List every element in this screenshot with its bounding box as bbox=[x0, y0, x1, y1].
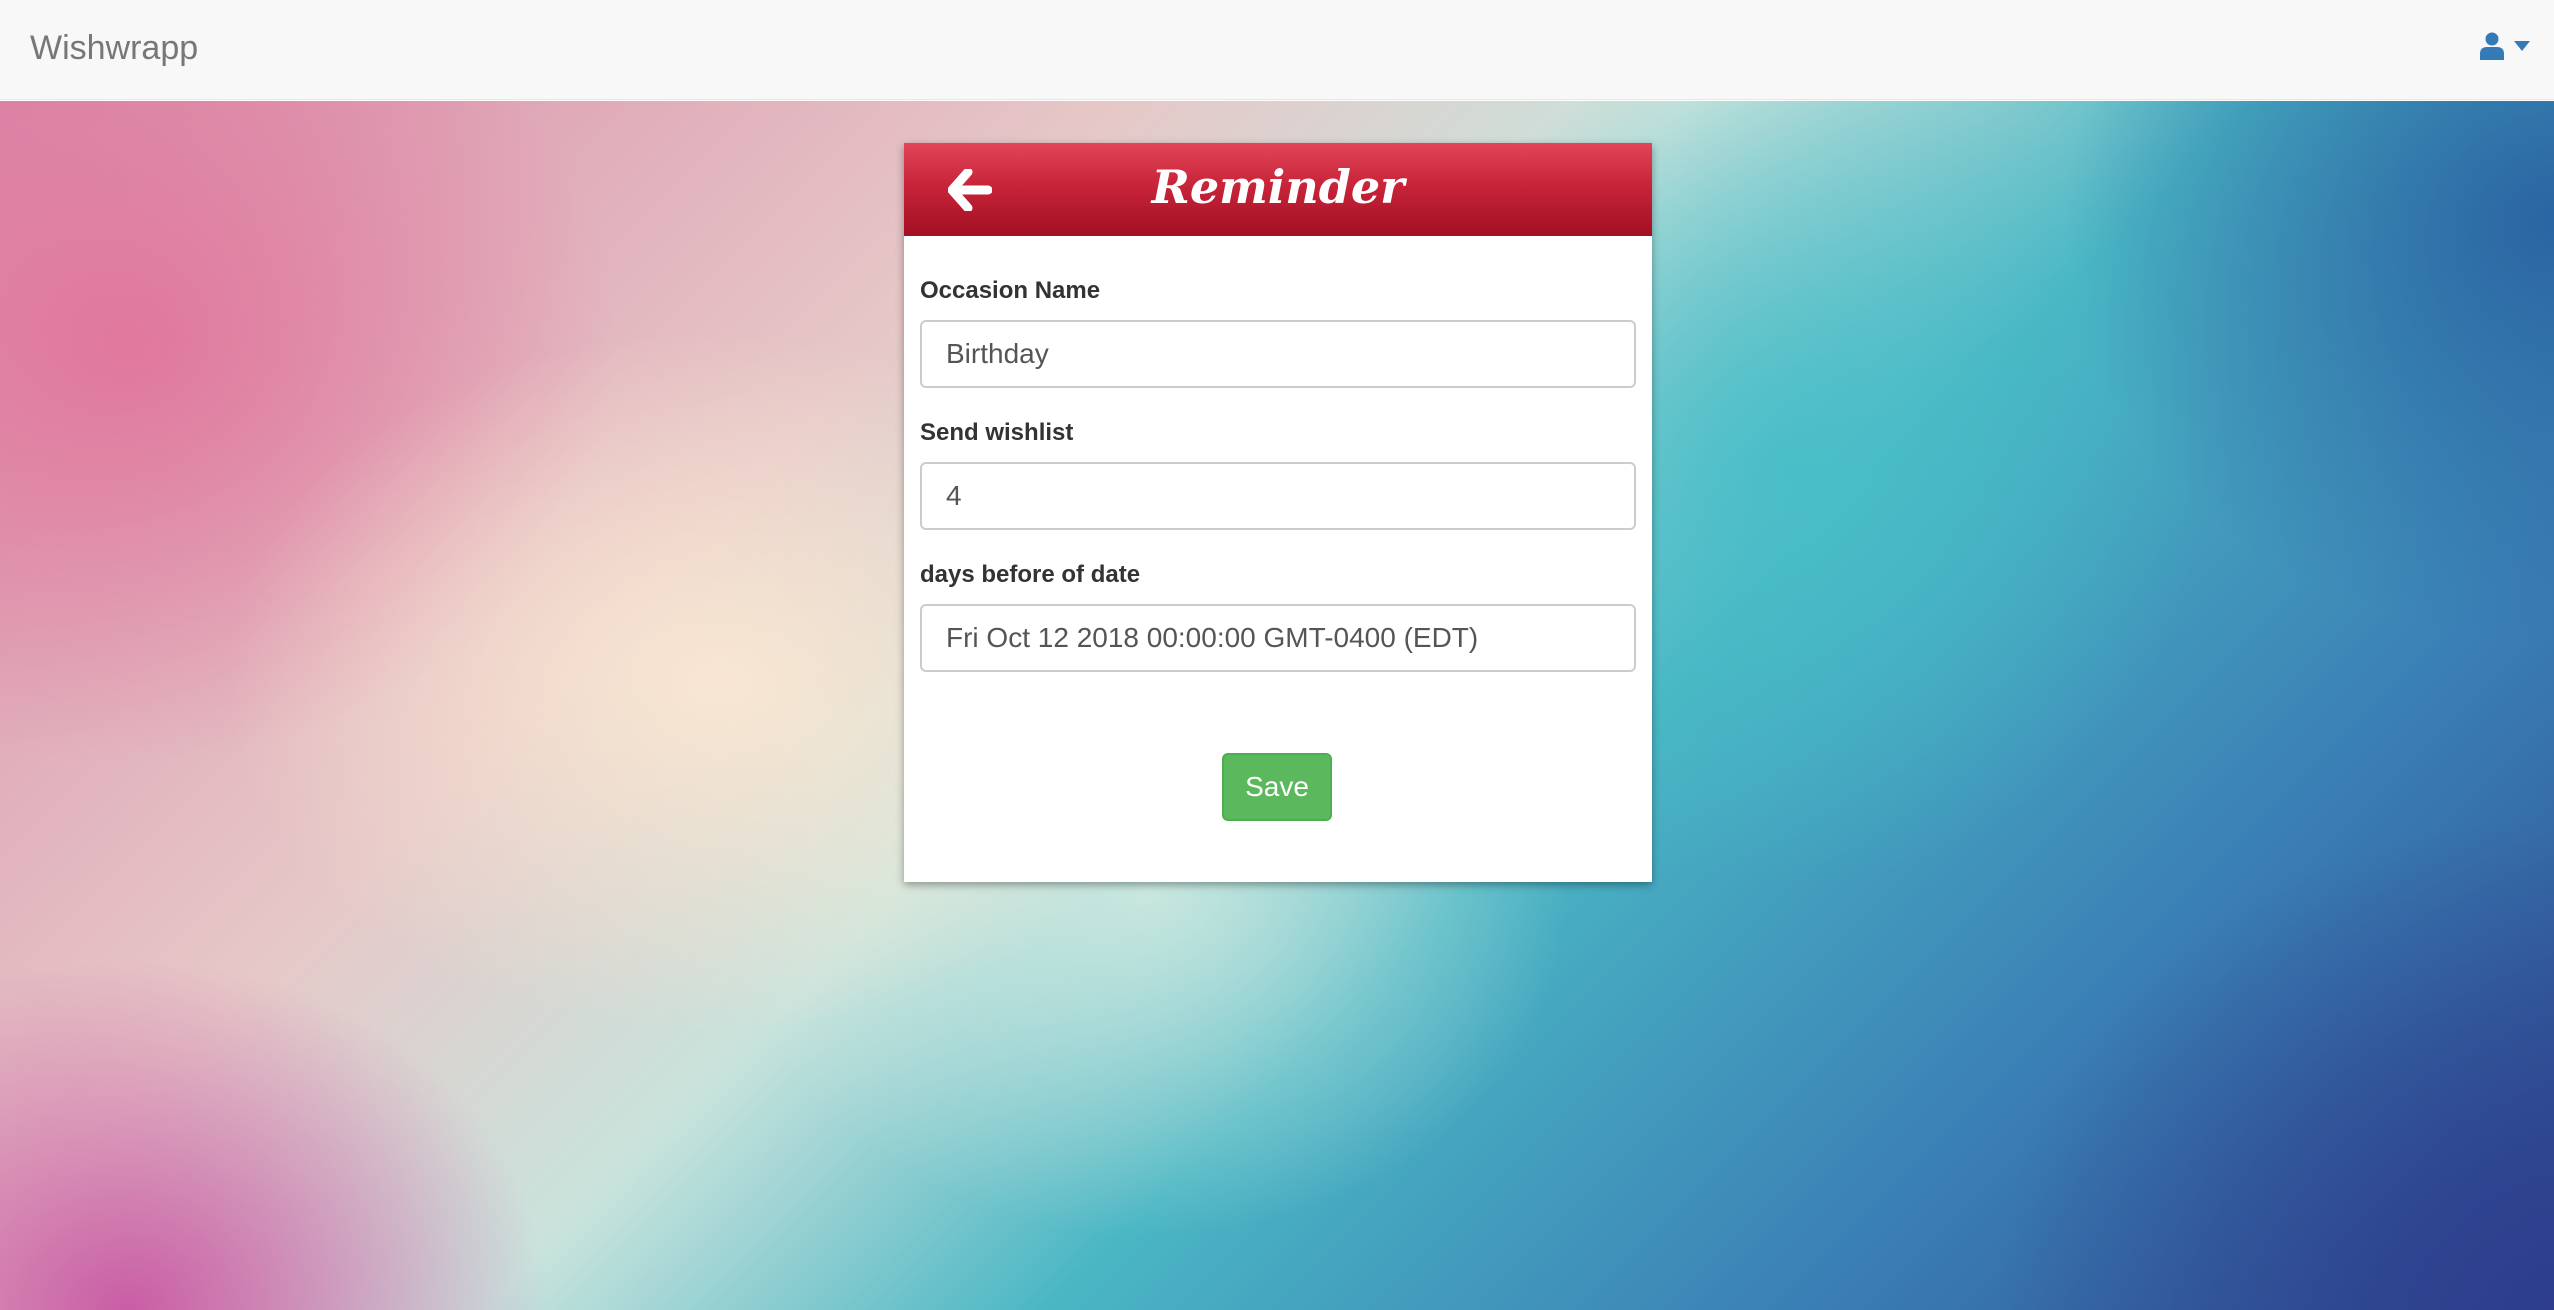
card-header: Reminder bbox=[904, 143, 1652, 236]
brand-logo[interactable]: Wishwrapp bbox=[30, 28, 198, 68]
user-menu-dropdown[interactable] bbox=[2480, 32, 2530, 60]
caret-down-icon bbox=[2514, 41, 2530, 51]
user-icon bbox=[2480, 32, 2504, 60]
save-button[interactable]: Save bbox=[1222, 753, 1332, 821]
card-title: Reminder bbox=[1151, 160, 1405, 214]
top-navbar: Wishwrapp bbox=[0, 0, 2554, 100]
send-wishlist-input[interactable] bbox=[920, 462, 1636, 530]
date-input[interactable] bbox=[920, 604, 1636, 672]
send-wishlist-label: Send wishlist bbox=[920, 419, 1074, 446]
occasion-name-label: Occasion Name bbox=[920, 277, 1101, 304]
date-label: days before of date bbox=[920, 561, 1141, 588]
reminder-card: Reminder Occasion Name Send wishlist day… bbox=[904, 143, 1652, 882]
occasion-name-input[interactable] bbox=[920, 320, 1636, 388]
